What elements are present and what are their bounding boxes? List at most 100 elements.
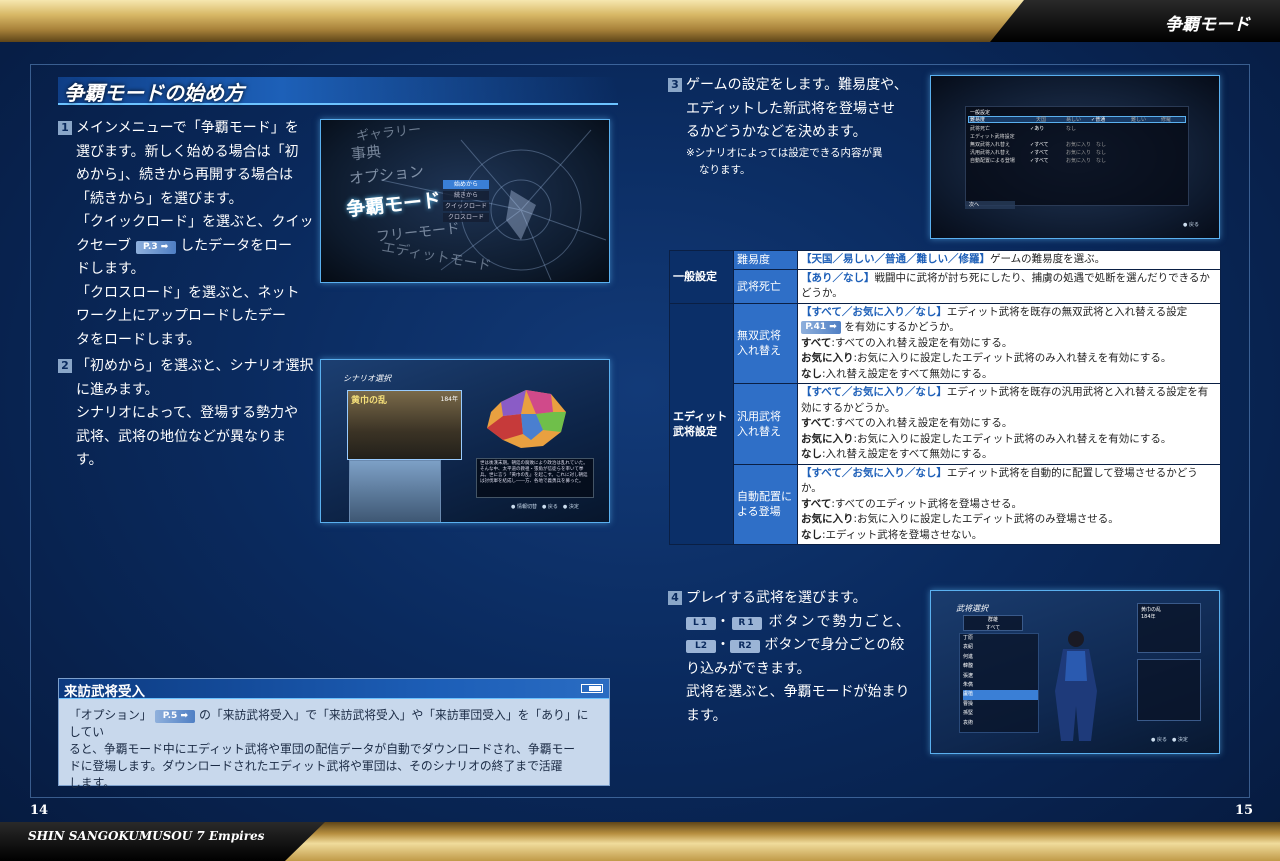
separator: ・ xyxy=(716,613,732,630)
screenshot-main-menu: ギャラリー 事典 オプション 争覇モード フリーモード エディットモード 始めか… xyxy=(320,119,610,283)
settings-option: 修羅 xyxy=(1161,117,1172,123)
settings-option: ✓すべて xyxy=(1030,158,1049,164)
option-desc: :入れ替え設定をすべて無効にする。 xyxy=(822,448,993,460)
step-3: 3 ゲームの設定をします。難易度や、 エディットした新武将を登場させ るかどうかな… xyxy=(668,74,908,179)
step-text: メインメニューで「争覇モード」を xyxy=(76,120,299,136)
officer-name: 丁原 xyxy=(963,635,974,641)
l1-button-icon: L1 xyxy=(686,616,716,630)
option-desc: :お気に入りに設定したエディット武将のみ入れ替えを有効にする。 xyxy=(853,352,1172,364)
option-key: お気に入り xyxy=(801,352,854,364)
officer-name: 何進 xyxy=(963,653,974,660)
officer-name: 張遼 xyxy=(963,672,974,679)
page-number-right: 15 xyxy=(1235,803,1254,818)
option-desc: :エディット武将を登場させない。 xyxy=(822,528,983,541)
settings-death: 武将死亡 xyxy=(970,126,991,132)
step-text: ます。 xyxy=(686,707,727,724)
group-label: 武将設定 xyxy=(673,424,717,438)
officer-screen-title: 武将選択 xyxy=(956,604,988,613)
settings-option: なし xyxy=(1096,150,1107,156)
step-text: 「続きから」を選びます。 xyxy=(76,190,243,207)
step-number: 1 xyxy=(58,121,72,135)
scenario-description: 世は後漢末期。朝廷の腐敗により政治は乱れていた。そんな中、太平道の教祖・張角が信… xyxy=(476,458,594,498)
step-number: 2 xyxy=(58,359,72,373)
step-number: 3 xyxy=(668,78,682,92)
description: ゲームの難易度を選ぶ。 xyxy=(990,253,1106,265)
submenu-new: 始めから xyxy=(443,180,489,189)
settings-option: ✓すべて xyxy=(1030,142,1049,148)
officer-name: 韓馥 xyxy=(963,663,974,670)
settings-musou-swap: 無双武将入れ替え xyxy=(970,142,1011,148)
step-text: タをロードします。 xyxy=(76,331,201,348)
step-text: り込みができます。 xyxy=(686,660,811,677)
step-text: ドします。 xyxy=(76,261,145,277)
section-title: 争覇モードの始め方 xyxy=(64,81,244,105)
setting-musou-swap: 無双武将 入れ替え xyxy=(733,302,798,384)
step-1: 1 メインメニューで「争覇モード」を 選びます。新しく始める場合は「初 めから」、… xyxy=(58,117,313,352)
settings-difficulty: 難易度 xyxy=(970,117,986,123)
step-text: エディットした新武将を登場させ xyxy=(686,100,896,117)
step-text: 「クロスロード」を選ぶと、ネット xyxy=(76,284,300,301)
scenario-controls-hint: ● 情報切替 ● 戻る ● 決定 xyxy=(511,504,579,510)
separator: ・ xyxy=(716,637,730,653)
scenario-screen-title: シナリオ選択 xyxy=(343,374,391,383)
settings-option: お気に入り xyxy=(1066,150,1092,156)
step-number: 4 xyxy=(668,591,682,605)
option-key: なし xyxy=(801,367,822,380)
setting-officer-death: 武将死亡 xyxy=(733,268,798,304)
officer-name-selected: 盧植 xyxy=(963,690,1038,700)
officer-stats-panel xyxy=(1137,659,1201,721)
step-text: ゲームの設定をします。難易度や、 xyxy=(686,77,908,93)
option-desc: :入れ替え設定をすべて無効にする。 xyxy=(822,367,993,380)
officer-name: 孫堅 xyxy=(963,710,974,717)
step-text: クセーブ xyxy=(76,237,132,254)
officer-model xyxy=(1055,631,1097,741)
setting-generic-swap: 汎用武将 入れ替え xyxy=(733,383,798,465)
officer-name: 朱儁 xyxy=(963,682,974,689)
officer-name: 曹操 xyxy=(963,700,974,707)
page-reference: P.3 xyxy=(135,240,176,254)
setting-label: 入れ替え xyxy=(737,344,781,358)
step-text: 「クイックロード」を選ぶと、クイッ xyxy=(76,214,314,230)
group-edit-officer: エディット 武将設定 xyxy=(669,302,734,545)
option-desc: :お気に入りに設定したエディット武将のみ入れ替えを有効にする。 xyxy=(853,432,1172,445)
settings-option: ✓普通 xyxy=(1091,117,1106,123)
options: 【すべて／お気に入り／なし】 xyxy=(801,305,947,318)
settings-option: なし xyxy=(1066,126,1077,132)
option-key: なし xyxy=(801,528,822,541)
options: 【すべて／お気に入り／なし】 xyxy=(801,466,947,479)
step-2: 2 「初めから」を選ぶと、シナリオ選択 に進みます。 シナリオによって、登場する勢… xyxy=(58,355,313,473)
infobox-header: 来訪武将受入 xyxy=(59,679,609,700)
step-text: プレイする武将を選びます。 xyxy=(686,590,867,606)
group-label: エディット xyxy=(673,409,728,423)
screenshot-scenario-select: シナリオ選択 黄巾の乱 184年 世は後漢末期。朝廷の腐敗により政治は乱れていた… xyxy=(320,359,610,523)
screenshot-game-settings: 一般設定 難易度 天国 易しい ✓普通 難しい 修羅 武将死亡 ✓あり なし エ… xyxy=(930,75,1220,239)
step-text: るかどうかなどを決めます。 xyxy=(686,124,867,140)
infobox-deco-icon xyxy=(581,684,603,693)
step-text: したデータをロー xyxy=(180,237,293,254)
option-desc: :すべての入れ替え設定を有効にする。 xyxy=(831,336,1013,349)
settings-table: 一般設定 難易度 【天国／易しい／普通／難しい／修羅】ゲームの難易度を選ぶ。 武… xyxy=(669,250,1221,545)
option-key: すべて xyxy=(801,336,832,349)
step-text: 武将を選ぶと、争覇モードが始まり xyxy=(686,684,910,700)
infobox-body: 「オプション」 P.5 の「来訪武将受入」で「来訪武将受入」や「来訪軍団受入」を… xyxy=(59,699,609,800)
settings-option: 難しい xyxy=(1131,117,1147,123)
submenu-quickload: クイックロード xyxy=(443,202,489,211)
settings-auto-place: 自動配置による登場 xyxy=(970,158,1015,164)
settings-generic-swap: 汎用武将入れ替え xyxy=(970,150,1011,156)
page-reference: P.5 xyxy=(155,710,196,723)
settings-option: ✓あり xyxy=(1030,126,1045,132)
infobox-text: 「オプション」 xyxy=(69,708,152,722)
option-desc: :すべてのエディット武将を登場させる。 xyxy=(831,497,1023,510)
settings-option: なし xyxy=(1096,142,1107,148)
menu-item-encyclopedia: 事典 xyxy=(350,142,382,164)
settings-option: なし xyxy=(1096,158,1107,164)
step-text: ボタンで身分ごとの絞 xyxy=(764,637,905,653)
infobox-text: ると、争覇モード中にエディット武将や軍団の配信データが自動でダウンロードされ、争… xyxy=(69,742,576,756)
infobox-text: ドに登場します。ダウンロードされたエディット武将や軍団は、そのシナリオの終了まで… xyxy=(69,759,563,773)
scenario-thumbnail xyxy=(349,460,441,522)
step-text: す。 xyxy=(76,452,103,468)
setting-label: 汎用武将 xyxy=(737,409,781,423)
l2-button-icon: L2 xyxy=(686,640,716,653)
option-key: お気に入り xyxy=(801,432,854,445)
setting-auto-place: 自動配置に よる登場 xyxy=(733,463,798,545)
